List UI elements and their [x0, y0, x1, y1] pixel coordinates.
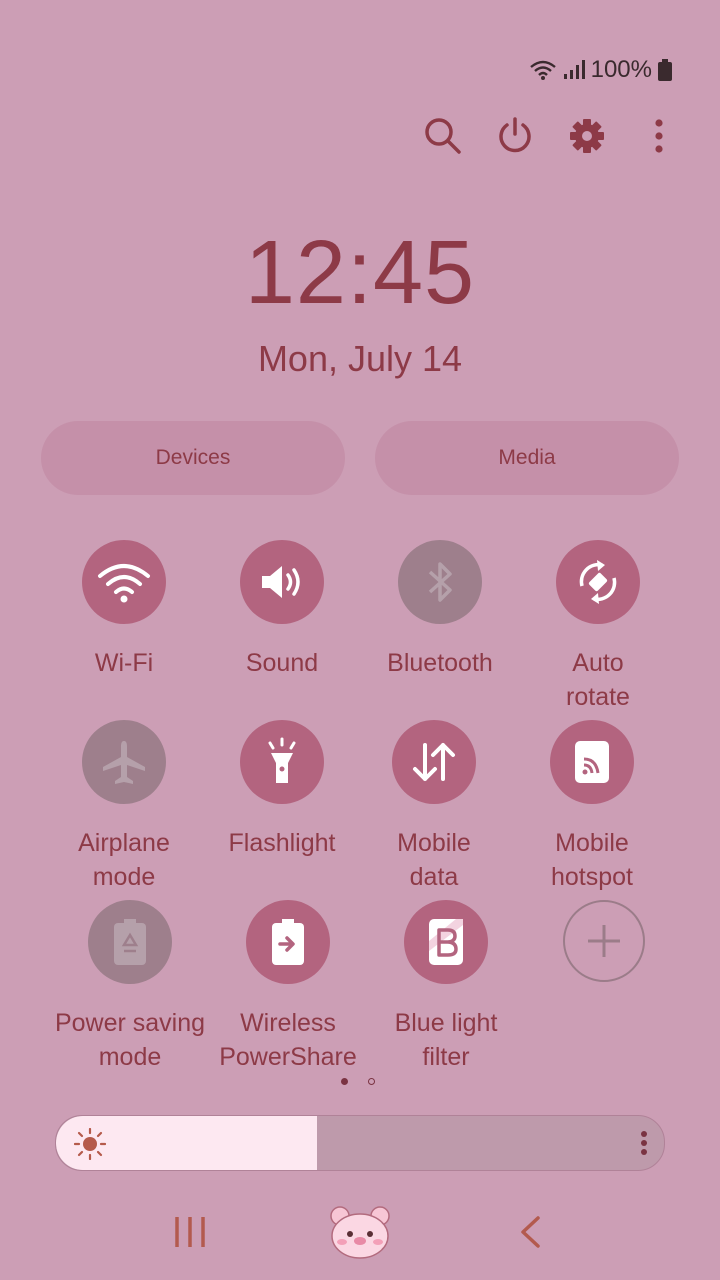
- hotspot-icon[interactable]: [550, 720, 634, 804]
- brightness-more-icon[interactable]: [640, 1130, 648, 1156]
- tile-blue-light-filter[interactable]: Blue light filter: [366, 900, 526, 1074]
- sound-icon[interactable]: [240, 540, 324, 624]
- bluetooth-icon[interactable]: [398, 540, 482, 624]
- tile-wifi[interactable]: Wi-Fi: [44, 540, 204, 680]
- recent-apps-icon[interactable]: [160, 1202, 220, 1262]
- tile-label: Sound: [245, 649, 319, 677]
- tile-label: Auto rotate: [566, 649, 630, 711]
- battery-percentage: 100%: [590, 56, 652, 83]
- media-button[interactable]: Media: [375, 421, 679, 495]
- page-indicator: [341, 1078, 375, 1085]
- settings-icon[interactable]: [566, 112, 608, 160]
- clock-date: Mon, July 14: [257, 338, 463, 379]
- tile-bluetooth[interactable]: Bluetooth: [360, 540, 520, 680]
- tile-wireless-powershare[interactable]: Wireless PowerShare: [208, 900, 368, 1074]
- power-icon[interactable]: [494, 112, 536, 160]
- navigation-bar: [0, 1202, 720, 1262]
- back-icon[interactable]: [510, 1202, 550, 1262]
- tile-label: Flashlight: [228, 829, 336, 857]
- more-options-icon[interactable]: [638, 112, 680, 160]
- tile-power-saving[interactable]: Power saving mode: [50, 900, 210, 1074]
- signal-icon: [563, 60, 585, 79]
- add-icon[interactable]: [563, 900, 645, 982]
- tile-label: Mobile hotspot: [550, 829, 633, 891]
- brightness-slider[interactable]: [55, 1115, 665, 1171]
- devices-button[interactable]: Devices: [41, 421, 345, 495]
- tile-label: Mobile data: [397, 829, 471, 891]
- wifi-icon: [529, 60, 556, 80]
- status-bar: 100%: [529, 56, 672, 84]
- clock-time: 12:45: [244, 223, 476, 323]
- wireless-powershare-icon[interactable]: [246, 900, 330, 984]
- tile-flashlight[interactable]: Flashlight: [202, 720, 362, 860]
- battery-icon: [658, 59, 672, 81]
- search-icon[interactable]: [422, 112, 464, 160]
- blue-light-filter-icon[interactable]: [404, 900, 488, 984]
- tile-mobile-hotspot[interactable]: Mobile hotspot: [512, 720, 672, 894]
- tile-sound[interactable]: Sound: [202, 540, 362, 680]
- tile-auto-rotate[interactable]: Auto rotate: [518, 540, 678, 714]
- quick-panel-actions: [422, 112, 680, 160]
- tile-label: Airplane mode: [78, 829, 170, 891]
- tile-mobile-data[interactable]: Mobile data: [354, 720, 514, 894]
- tile-label: Wireless PowerShare: [219, 1009, 357, 1071]
- auto-rotate-icon[interactable]: [556, 540, 640, 624]
- tile-label: Blue light filter: [394, 1009, 498, 1071]
- power-saving-icon[interactable]: [88, 900, 172, 984]
- page-dot: [368, 1078, 375, 1085]
- flashlight-icon[interactable]: [240, 720, 324, 804]
- brightness-icon: [74, 1128, 106, 1160]
- tile-label: Power saving mode: [54, 1009, 206, 1071]
- mobile-data-icon[interactable]: [392, 720, 476, 804]
- tile-airplane-mode[interactable]: Airplane mode: [44, 720, 204, 894]
- wifi-icon[interactable]: [82, 540, 166, 624]
- tile-label: Wi-Fi: [94, 649, 154, 677]
- page-dot-active: [341, 1078, 348, 1085]
- tile-label: Bluetooth: [387, 649, 493, 677]
- airplane-icon[interactable]: [82, 720, 166, 804]
- home-icon[interactable]: [326, 1202, 394, 1262]
- add-tile-button[interactable]: [524, 900, 684, 982]
